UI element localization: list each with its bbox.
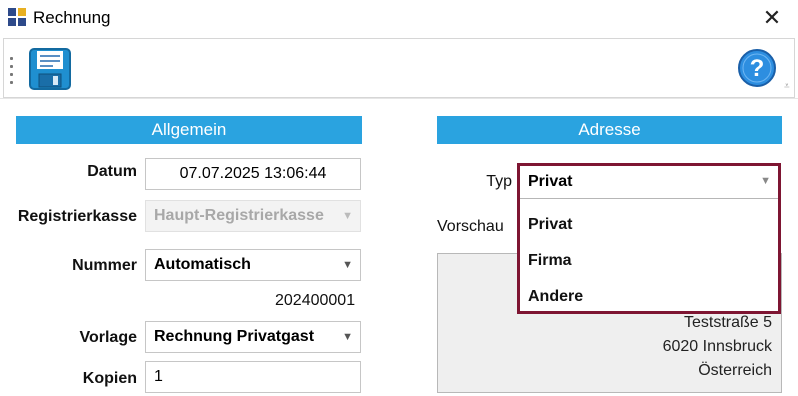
- section-header-adresse: Adresse: [437, 116, 782, 144]
- registrierkasse-value: Haupt-Registrierkasse: [154, 207, 324, 224]
- vorlage-select[interactable]: Rechnung Privatgast ▼: [145, 321, 361, 353]
- title-bar: Rechnung ✕: [0, 0, 798, 36]
- nummer-label: Nummer: [72, 257, 137, 274]
- nummer-value: Automatisch: [154, 256, 251, 273]
- nummer-select[interactable]: Automatisch ▼: [145, 249, 361, 281]
- chevron-down-icon: ▼: [342, 210, 353, 222]
- registrierkasse-label: Registrierkasse: [17, 208, 137, 225]
- chevron-down-icon: ▼: [342, 259, 353, 271]
- close-icon[interactable]: ✕: [758, 4, 786, 32]
- registrierkasse-select: Haupt-Registrierkasse ▼: [145, 200, 361, 232]
- chevron-down-icon: ▼: [342, 331, 353, 343]
- typ-option-privat[interactable]: Privat: [528, 215, 572, 235]
- help-glyph: ?: [750, 55, 765, 82]
- preview-city: 6020 Innsbruck: [662, 338, 772, 355]
- datum-label: Datum: [87, 163, 137, 180]
- help-question-icon: ?: [738, 49, 776, 87]
- vorlage-value: Rechnung Privatgast: [154, 328, 315, 345]
- app-icon: [8, 8, 26, 26]
- typ-value: Privat: [528, 173, 573, 190]
- chevron-down-icon: ▼: [760, 175, 771, 187]
- preview-country: Österreich: [698, 362, 772, 379]
- kopien-label: Kopien: [82, 370, 137, 387]
- toolbar-grip-icon[interactable]: [9, 57, 13, 84]
- nummer-preview: 202400001: [275, 292, 356, 309]
- typ-label: Typ: [486, 173, 512, 190]
- vorschau-label: Vorschau: [437, 218, 504, 235]
- typ-select[interactable]: Privat ▼: [520, 166, 778, 199]
- preview-street: Teststraße 5: [683, 314, 772, 331]
- vorlage-label: Vorlage: [79, 329, 138, 346]
- floppy-disk-icon: [29, 48, 71, 90]
- kopien-input[interactable]: 1: [145, 361, 361, 393]
- typ-option-andere[interactable]: Andere: [528, 287, 583, 307]
- toolbar-overflow-icon[interactable]: ⩡: [784, 81, 790, 92]
- toolbar: ? ⩡: [3, 38, 795, 98]
- window-title: Rechnung: [33, 8, 111, 27]
- datum-field[interactable]: 07.07.2025 13:06:44: [145, 158, 361, 190]
- typ-option-firma[interactable]: Firma: [528, 251, 572, 271]
- help-button[interactable]: ?: [737, 48, 777, 88]
- typ-dropdown: Privat ▼ Privat Firma Andere: [517, 163, 781, 314]
- save-button[interactable]: [27, 46, 73, 92]
- section-header-allgemein: Allgemein: [16, 116, 362, 144]
- divider: [0, 98, 798, 99]
